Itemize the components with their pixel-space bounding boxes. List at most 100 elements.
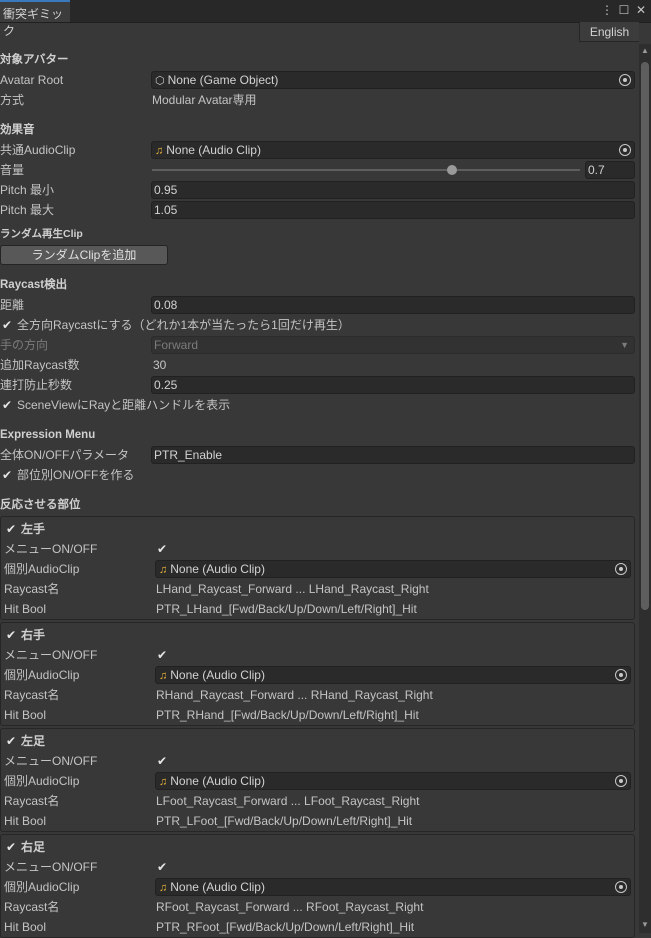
hit-bool-label: Hit Bool bbox=[4, 708, 47, 722]
volume-slider-thumb[interactable] bbox=[446, 165, 457, 175]
part-enabled-checkbox[interactable]: ✔ bbox=[5, 841, 17, 853]
part-panel: ✔ 右手 メニューON/OFF ✔ 個別AudioClip ♫ None (Aud… bbox=[0, 622, 635, 726]
part-enabled-checkbox[interactable]: ✔ bbox=[5, 735, 17, 747]
avatar-root-value: None (Game Object) bbox=[167, 73, 279, 87]
menu-toggle-checkbox[interactable]: ✔ bbox=[156, 649, 168, 661]
hand-direction-value: Forward bbox=[154, 338, 199, 352]
raycast-name-value: LFoot_Raycast_Forward ... LFoot_Raycast_… bbox=[156, 794, 420, 808]
audio-clip-icon: ♫ bbox=[155, 145, 164, 157]
method-label: 方式 bbox=[0, 93, 25, 107]
common-clip-field[interactable]: ♫ None (Audio Clip) bbox=[151, 141, 635, 159]
common-clip-value: None (Audio Clip) bbox=[166, 143, 261, 157]
common-clip-label: 共通AudioClip bbox=[0, 143, 76, 157]
hit-bool-value: PTR_RFoot_[Fwd/Back/Up/Down/Left/Right]_… bbox=[156, 920, 415, 934]
hit-bool-value: PTR_LHand_[Fwd/Back/Up/Down/Left/Right]_… bbox=[156, 602, 417, 616]
part-clip-label: 個別AudioClip bbox=[4, 668, 80, 682]
pitch-max-input[interactable]: 1.05 bbox=[151, 201, 635, 219]
hit-bool-label: Hit Bool bbox=[4, 602, 47, 616]
object-picker-icon[interactable] bbox=[615, 563, 627, 575]
per-part-toggle-checkbox[interactable]: ✔ bbox=[1, 469, 13, 481]
section-header-expression: Expression Menu bbox=[0, 429, 96, 441]
menu-toggle-label: メニューON/OFF bbox=[4, 542, 98, 556]
raycast-name-label: Raycast名 bbox=[4, 794, 60, 808]
avatar-root-label: Avatar Root bbox=[0, 73, 64, 87]
raycast-name-label: Raycast名 bbox=[4, 688, 60, 702]
tab-bar: 衝突ギミック ⋮ ☐ ✕ bbox=[0, 0, 651, 38]
part-name: 左手 bbox=[21, 522, 46, 536]
raycast-name-label: Raycast名 bbox=[4, 582, 60, 596]
section-header-parts: 反応させる部位 bbox=[0, 499, 81, 511]
window-controls: ⋮ ☐ ✕ bbox=[601, 3, 647, 17]
per-part-toggle-label: 部位別ON/OFFを作る bbox=[17, 468, 135, 482]
hit-bool-value: PTR_RHand_[Fwd/Back/Up/Down/Left/Right]_… bbox=[156, 708, 419, 722]
menu-toggle-checkbox[interactable]: ✔ bbox=[156, 755, 168, 767]
game-object-icon: ⬡ bbox=[155, 75, 165, 87]
section-header-raycast: Raycast検出 bbox=[0, 279, 68, 291]
extra-raycast-label: 追加Raycast数 bbox=[0, 358, 80, 372]
raycast-name-value: LHand_Raycast_Forward ... LHand_Raycast_… bbox=[156, 582, 429, 596]
part-clip-value: None (Audio Clip) bbox=[170, 668, 265, 682]
part-clip-field[interactable]: ♫ None (Audio Clip) bbox=[155, 560, 631, 578]
debounce-label: 連打防止秒数 bbox=[0, 378, 73, 392]
hit-bool-value: PTR_LFoot_[Fwd/Back/Up/Down/Left/Right]_… bbox=[156, 814, 413, 828]
pitch-max-label: Pitch 最大 bbox=[0, 203, 55, 217]
part-enabled-checkbox[interactable]: ✔ bbox=[5, 523, 17, 535]
menu-toggle-label: メニューON/OFF bbox=[4, 860, 98, 874]
part-clip-field[interactable]: ♫ None (Audio Clip) bbox=[155, 772, 631, 790]
menu-toggle-checkbox[interactable]: ✔ bbox=[156, 861, 168, 873]
scroll-down-icon[interactable]: ▼ bbox=[641, 920, 649, 929]
menu-toggle-label: メニューON/OFF bbox=[4, 754, 98, 768]
more-menu-icon[interactable]: ⋮ bbox=[601, 3, 613, 17]
audio-clip-icon: ♫ bbox=[159, 776, 168, 788]
enable-param-label: 全体ON/OFFパラメータ bbox=[0, 448, 129, 462]
avatar-root-field[interactable]: ⬡ None (Game Object) bbox=[151, 71, 635, 89]
section-header-sound: 効果音 bbox=[0, 124, 35, 136]
pitch-min-label: Pitch 最小 bbox=[0, 183, 55, 197]
add-random-clip-button[interactable]: ランダムClipを追加 bbox=[0, 245, 168, 265]
scroll-thumb[interactable] bbox=[641, 62, 649, 610]
volume-label: 音量 bbox=[0, 163, 25, 177]
show-handles-label: SceneViewにRayと距離ハンドルを表示 bbox=[17, 398, 231, 412]
hit-bool-label: Hit Bool bbox=[4, 814, 47, 828]
maximize-icon[interactable]: ☐ bbox=[618, 3, 630, 17]
object-picker-icon[interactable] bbox=[615, 775, 627, 787]
audio-clip-icon: ♫ bbox=[159, 670, 168, 682]
vertical-scrollbar[interactable]: ▲ ▼ bbox=[639, 44, 651, 933]
extra-raycast-value: 30 bbox=[153, 358, 167, 372]
show-handles-checkbox[interactable]: ✔ bbox=[1, 399, 13, 411]
distance-input[interactable]: 0.08 bbox=[151, 296, 635, 314]
random-clip-header: ランダム再生Clip bbox=[0, 228, 83, 240]
object-picker-icon[interactable] bbox=[615, 881, 627, 893]
distance-label: 距離 bbox=[0, 298, 25, 312]
all-direction-checkbox[interactable]: ✔ bbox=[1, 319, 13, 331]
part-clip-field[interactable]: ♫ None (Audio Clip) bbox=[155, 666, 631, 684]
volume-slider-track[interactable] bbox=[152, 169, 580, 171]
part-clip-label: 個別AudioClip bbox=[4, 562, 80, 576]
debounce-input[interactable]: 0.25 bbox=[151, 376, 635, 394]
part-panel: ✔ 左手 メニューON/OFF ✔ 個別AudioClip ♫ None (Aud… bbox=[0, 516, 635, 620]
enable-param-input[interactable]: PTR_Enable bbox=[151, 446, 635, 464]
audio-clip-icon: ♫ bbox=[159, 882, 168, 894]
part-clip-value: None (Audio Clip) bbox=[170, 880, 265, 894]
chevron-down-icon: ▼ bbox=[620, 340, 629, 350]
pitch-min-input[interactable]: 0.95 bbox=[151, 181, 635, 199]
part-clip-field[interactable]: ♫ None (Audio Clip) bbox=[155, 878, 631, 896]
language-button[interactable]: English bbox=[579, 22, 639, 42]
hit-bool-label: Hit Bool bbox=[4, 920, 47, 934]
part-panel: ✔ 右足 メニューON/OFF ✔ 個別AudioClip ♫ None (Aud… bbox=[0, 834, 635, 938]
object-picker-icon[interactable] bbox=[619, 144, 631, 156]
close-icon[interactable]: ✕ bbox=[635, 3, 647, 17]
window-tab[interactable]: 衝突ギミック bbox=[0, 0, 70, 38]
part-enabled-checkbox[interactable]: ✔ bbox=[5, 629, 17, 641]
object-picker-icon[interactable] bbox=[619, 74, 631, 86]
part-clip-label: 個別AudioClip bbox=[4, 774, 80, 788]
scroll-up-icon[interactable]: ▲ bbox=[641, 46, 649, 55]
hand-direction-dropdown[interactable]: Forward ▼ bbox=[151, 336, 635, 354]
menu-toggle-checkbox[interactable]: ✔ bbox=[156, 543, 168, 555]
part-name: 右手 bbox=[21, 628, 46, 642]
volume-input[interactable]: 0.7 bbox=[585, 161, 635, 179]
audio-clip-icon: ♫ bbox=[159, 564, 168, 576]
part-clip-value: None (Audio Clip) bbox=[170, 774, 265, 788]
object-picker-icon[interactable] bbox=[615, 669, 627, 681]
part-clip-label: 個別AudioClip bbox=[4, 880, 80, 894]
